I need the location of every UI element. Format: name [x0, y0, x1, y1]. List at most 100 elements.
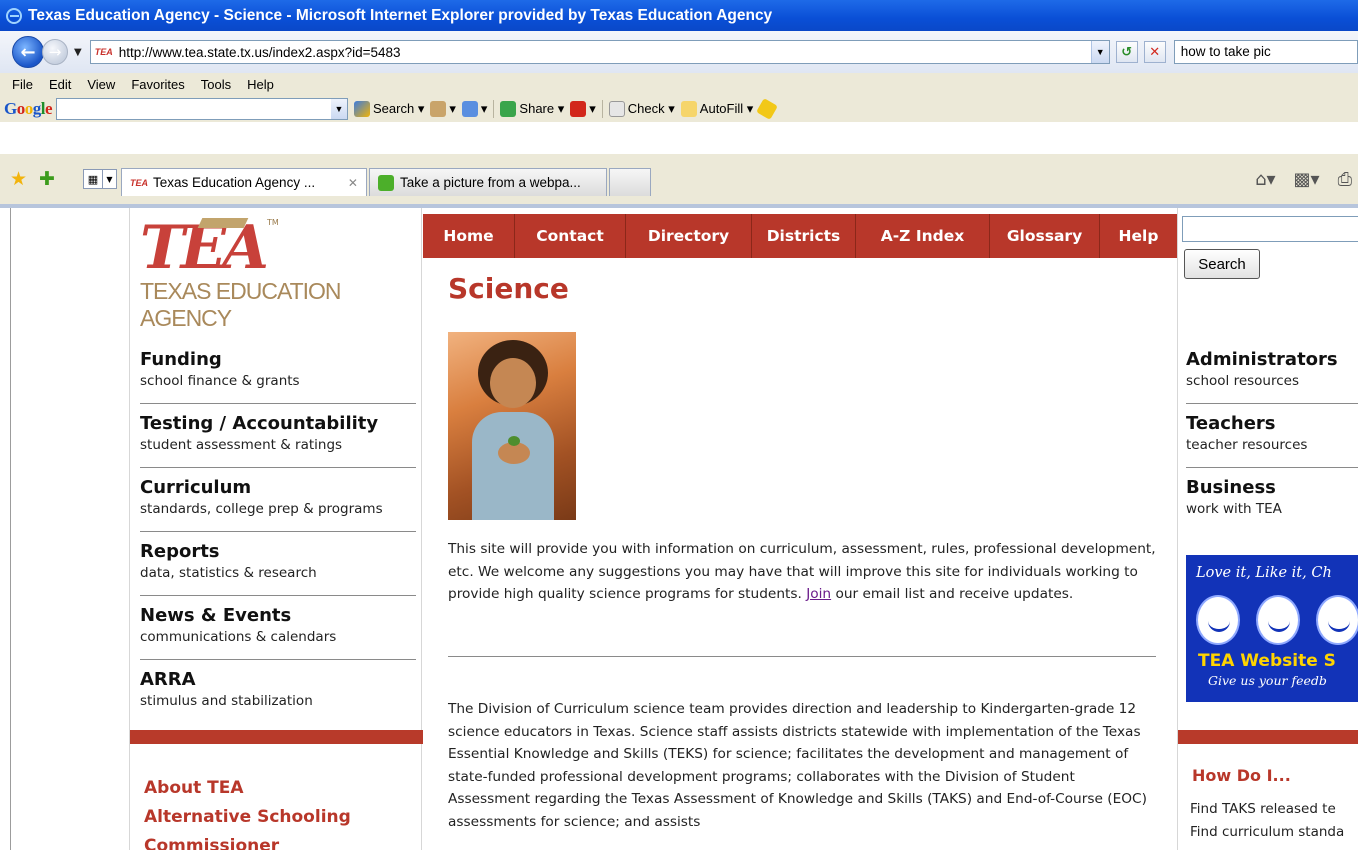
right-nav-item-administrators[interactable]: Administrators school resources: [1186, 348, 1358, 404]
left-nav-item-testing[interactable]: Testing / Accountability student assessm…: [140, 412, 416, 468]
menu-file[interactable]: File: [12, 77, 33, 92]
menu-favorites[interactable]: Favorites: [131, 77, 184, 92]
address-field[interactable]: TEA http://www.tea.state.tx.us/index2.as…: [89, 40, 1110, 64]
close-tab-icon[interactable]: ✕: [348, 176, 358, 190]
forward-button[interactable]: →: [42, 39, 68, 65]
tab-list-dropdown-icon[interactable]: ▼: [102, 169, 117, 189]
nav-title[interactable]: Curriculum: [140, 476, 416, 500]
left-nav-item-news[interactable]: News & Events communications & calendars: [140, 604, 416, 660]
menu-view[interactable]: View: [87, 77, 115, 92]
page-divider: [10, 208, 11, 850]
new-tab-button[interactable]: [608, 168, 651, 196]
top-nav: Home Contact Directory Districts A-Z Ind…: [423, 214, 1177, 258]
back-button[interactable]: ←: [12, 36, 44, 68]
nav-title[interactable]: Business: [1186, 476, 1358, 500]
stop-button[interactable]: ✕: [1143, 41, 1166, 63]
url-text[interactable]: http://www.tea.state.tx.us/index2.aspx?i…: [119, 45, 1091, 60]
add-favorite-icon[interactable]: ✚: [39, 168, 55, 190]
nav-title[interactable]: Administrators: [1186, 348, 1358, 372]
nav-title[interactable]: Testing / Accountability: [140, 412, 416, 436]
google-search-icon: [354, 100, 371, 117]
spellcheck-button[interactable]: Check ▾: [608, 100, 675, 117]
how-do-i-link[interactable]: Find TAKS released te: [1190, 798, 1344, 821]
nav-help[interactable]: Help: [1100, 214, 1177, 258]
nav-subtitle: data, statistics & research: [140, 565, 317, 581]
menu-toolbar-area: File Edit View Favorites Tools Help Goog…: [0, 73, 1358, 122]
nav-title[interactable]: News & Events: [140, 604, 416, 628]
back-arrow-icon: ←: [20, 41, 36, 63]
browser-search-input[interactable]: how to take pic: [1173, 40, 1358, 64]
tab-tea[interactable]: TEA Texas Education Agency ... ✕: [120, 168, 367, 196]
web-page: TEA TM TEXAS EDUCATION AGENCY Funding sch…: [0, 208, 1358, 850]
quick-tabs-icon[interactable]: ▦: [82, 169, 103, 189]
google-dropdown-icon[interactable]: ▼: [331, 98, 348, 119]
nav-districts[interactable]: Districts: [752, 214, 856, 258]
link-commissioner[interactable]: Commissioner: [144, 832, 351, 850]
nav-glossary[interactable]: Glossary: [990, 214, 1100, 258]
address-toolbar: ← → ▼ TEA http://www.tea.state.tx.us/ind…: [0, 31, 1358, 73]
how-do-i-list: Find TAKS released te Find curriculum st…: [1190, 798, 1344, 844]
right-divider-bar: [1178, 730, 1358, 744]
nav-az-index[interactable]: A-Z Index: [856, 214, 990, 258]
join-link[interactable]: Join: [806, 586, 831, 602]
add-button[interactable]: ▾: [461, 100, 487, 117]
left-nav-item-curriculum[interactable]: Curriculum standards, college prep & pro…: [140, 476, 416, 532]
google-logo: Google: [4, 98, 53, 118]
link-alternative-schooling[interactable]: Alternative Schooling: [144, 803, 351, 832]
nav-title[interactable]: Reports: [140, 540, 416, 564]
site-search-input[interactable]: [1182, 216, 1358, 242]
right-nav-item-teachers[interactable]: Teachers teacher resources: [1186, 412, 1358, 468]
history-dropdown-icon[interactable]: ▼: [74, 47, 82, 58]
right-nav-item-business[interactable]: Business work with TEA: [1186, 476, 1358, 532]
favorites-center-icon[interactable]: ★: [10, 168, 27, 190]
link-about-tea[interactable]: About TEA: [144, 774, 351, 803]
nav-subtitle: school finance & grants: [140, 373, 300, 389]
command-bar: ⌂▾ ▩▾ ⎙: [1255, 169, 1352, 190]
nav-title[interactable]: Teachers: [1186, 412, 1358, 436]
plus-icon: [461, 100, 478, 117]
share-label: Share: [519, 101, 555, 116]
division-paragraph: The Division of Curriculum science team …: [448, 701, 1147, 830]
google-search-button[interactable]: Search ▾: [354, 100, 424, 117]
banner-subtitle: Give us your feedb: [1208, 673, 1327, 688]
ie-logo-icon: [6, 7, 22, 24]
feeds-icon[interactable]: ▩▾: [1294, 169, 1320, 190]
tea-logo[interactable]: TEA TM TEXAS EDUCATION AGENCY: [140, 218, 420, 331]
popup-blocker-button[interactable]: ▾: [570, 100, 596, 117]
left-nav-item-arra[interactable]: ARRA stimulus and stabilization: [140, 668, 416, 724]
nav-directory[interactable]: Directory: [626, 214, 752, 258]
nav-home[interactable]: Home: [423, 214, 515, 258]
bookmarks-button[interactable]: ▾: [430, 100, 456, 117]
nav-title[interactable]: ARRA: [140, 668, 416, 692]
nav-contact[interactable]: Contact: [515, 214, 626, 258]
menu-help[interactable]: Help: [247, 77, 274, 92]
how-do-i-heading: How Do I...: [1192, 766, 1291, 785]
google-search-input[interactable]: ▼: [56, 97, 349, 120]
tab-label: Texas Education Agency ...: [152, 175, 316, 190]
feedback-banner[interactable]: Love it, Like it, Ch TEA Website S Give …: [1186, 555, 1358, 702]
home-icon[interactable]: ⌂▾: [1255, 169, 1275, 190]
spellcheck-icon: [608, 100, 625, 117]
tab-take-picture[interactable]: Take a picture from a webpa...: [368, 168, 607, 196]
logo-trademark: TM: [266, 218, 279, 227]
bookmarks-icon: [430, 100, 447, 117]
check-label: Check: [627, 101, 665, 116]
tab-toolbar: ★ ✚ ▦ ▼ TEA Texas Education Agency ... ✕…: [0, 154, 1358, 204]
site-search-button[interactable]: Search: [1184, 249, 1260, 279]
share-button[interactable]: Share ▾: [500, 100, 564, 117]
how-do-i-link[interactable]: Find curriculum standa: [1190, 821, 1344, 844]
page-favicon: [377, 174, 394, 191]
left-nav-item-reports[interactable]: Reports data, statistics & research: [140, 540, 416, 596]
left-nav-item-funding[interactable]: Funding school finance & grants: [140, 348, 416, 404]
menu-edit[interactable]: Edit: [49, 77, 71, 92]
refresh-button[interactable]: ↺: [1115, 41, 1138, 63]
nav-title[interactable]: Funding: [140, 348, 416, 372]
content-divider: [448, 656, 1156, 657]
highlight-button[interactable]: [756, 97, 779, 120]
google-toolbar: Google ▼ Search ▾ ▾ ▾ Share ▾ ▾ Check ▾ …: [0, 95, 1358, 122]
autofill-button[interactable]: AutoFill ▾: [680, 100, 753, 117]
print-icon[interactable]: ⎙: [1338, 169, 1352, 190]
address-dropdown-icon[interactable]: ▼: [1090, 41, 1109, 63]
child-holding-plant-photo: [448, 332, 576, 520]
menu-tools[interactable]: Tools: [201, 77, 231, 92]
